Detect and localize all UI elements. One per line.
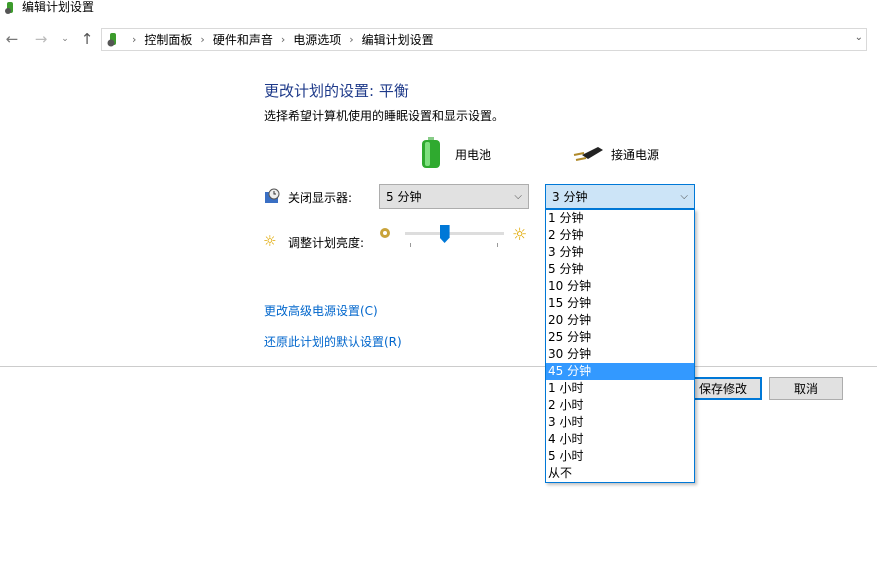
dropdown-option[interactable]: 5 分钟 (546, 261, 694, 278)
battery-column-label: 用电池 (455, 148, 492, 162)
dropdown-option[interactable]: 从不 (546, 465, 694, 482)
power-options-icon (105, 32, 121, 51)
brightness-slider-track[interactable] (405, 232, 504, 235)
slider-tick (410, 243, 411, 247)
breadcrumb-separator: › (280, 33, 286, 46)
chevron-down-icon: ⌵ (680, 191, 688, 202)
dropdown-option[interactable]: 20 分钟 (546, 312, 694, 329)
breadcrumb-separator: › (200, 33, 205, 46)
plugged-column-label: 接通电源 (611, 148, 660, 162)
breadcrumb-edit-plan[interactable]: 编辑计划设置 (362, 31, 434, 48)
up-button[interactable]: ↑ (78, 30, 96, 48)
slider-tick (497, 243, 498, 247)
display-off-label: 关闭显示器: (288, 191, 353, 205)
dropdown-option[interactable]: 3 小时 (546, 414, 694, 431)
dropdown-option[interactable]: 1 分钟 (546, 210, 694, 227)
save-button[interactable]: 保存修改 (684, 377, 762, 400)
dropdown-option[interactable]: 5 小时 (546, 448, 694, 465)
dropdown-option[interactable]: 15 分钟 (546, 295, 694, 312)
selected-value: 5 分钟 (386, 190, 422, 204)
dropdown-option[interactable]: 2 小时 (546, 397, 694, 414)
chevron-down-icon[interactable]: ⌄ (855, 32, 863, 43)
display-off-plugged-dropdown-list[interactable]: 1 分钟 2 分钟 3 分钟 5 分钟 10 分钟 15 分钟 20 分钟 25 分钟 30 分… (545, 209, 695, 483)
window-title: 编辑计划设置 (22, 0, 95, 14)
brightness-icon: ☼ (263, 232, 277, 250)
divider (0, 366, 877, 367)
breadcrumb-separator: › (132, 33, 137, 46)
forward-button[interactable]: → (32, 30, 50, 48)
bright-brightness-icon: ☼ (512, 225, 528, 245)
display-off-plugged-select[interactable]: 3 分钟 ⌵ (545, 184, 695, 209)
restore-defaults-link[interactable]: 还原此计划的默认设置(R) (264, 333, 402, 350)
dropdown-option[interactable]: 2 分钟 (546, 227, 694, 244)
breadcrumb-hardware-sound[interactable]: 硬件和声音 (213, 31, 273, 48)
breadcrumb-control-panel[interactable]: 控制面板 (144, 31, 192, 48)
dropdown-option[interactable]: 30 分钟 (546, 346, 694, 363)
dim-brightness-icon (380, 228, 390, 238)
battery-icon (420, 137, 442, 172)
dropdown-option[interactable]: 10 分钟 (546, 278, 694, 295)
dropdown-option[interactable]: 4 小时 (546, 431, 694, 448)
display-off-battery-select[interactable]: 5 分钟 ⌵ (379, 184, 529, 209)
page-subtitle: 选择希望计算机使用的睡眠设置和显示设置。 (264, 109, 505, 123)
dropdown-option[interactable]: 45 分钟 (546, 363, 694, 380)
recent-locations-button[interactable]: ⌄ (56, 34, 74, 44)
back-button[interactable]: ← (3, 30, 21, 48)
breadcrumb-power-options[interactable]: 电源选项 (293, 31, 341, 48)
display-clock-icon (264, 188, 280, 207)
chevron-down-icon: ⌵ (514, 191, 522, 202)
brightness-slider-thumb[interactable] (439, 225, 450, 243)
address-bar[interactable]: › 控制面板 › 硬件和声音 › 电源选项 › 编辑计划设置 ⌄ (101, 28, 867, 51)
dropdown-option[interactable]: 1 小时 (546, 380, 694, 397)
power-plug-icon (572, 143, 604, 166)
dropdown-option[interactable]: 25 分钟 (546, 329, 694, 346)
dropdown-option[interactable]: 3 分钟 (546, 244, 694, 261)
cancel-button[interactable]: 取消 (769, 377, 843, 400)
advanced-power-settings-link[interactable]: 更改高级电源设置(C) (264, 302, 378, 319)
page-title: 更改计划的设置: 平衡 (264, 82, 409, 100)
breadcrumb-separator: › (349, 33, 354, 46)
power-options-icon (3, 1, 17, 15)
brightness-label: 调整计划亮度: (288, 236, 365, 250)
selected-value: 3 分钟 (552, 190, 588, 204)
